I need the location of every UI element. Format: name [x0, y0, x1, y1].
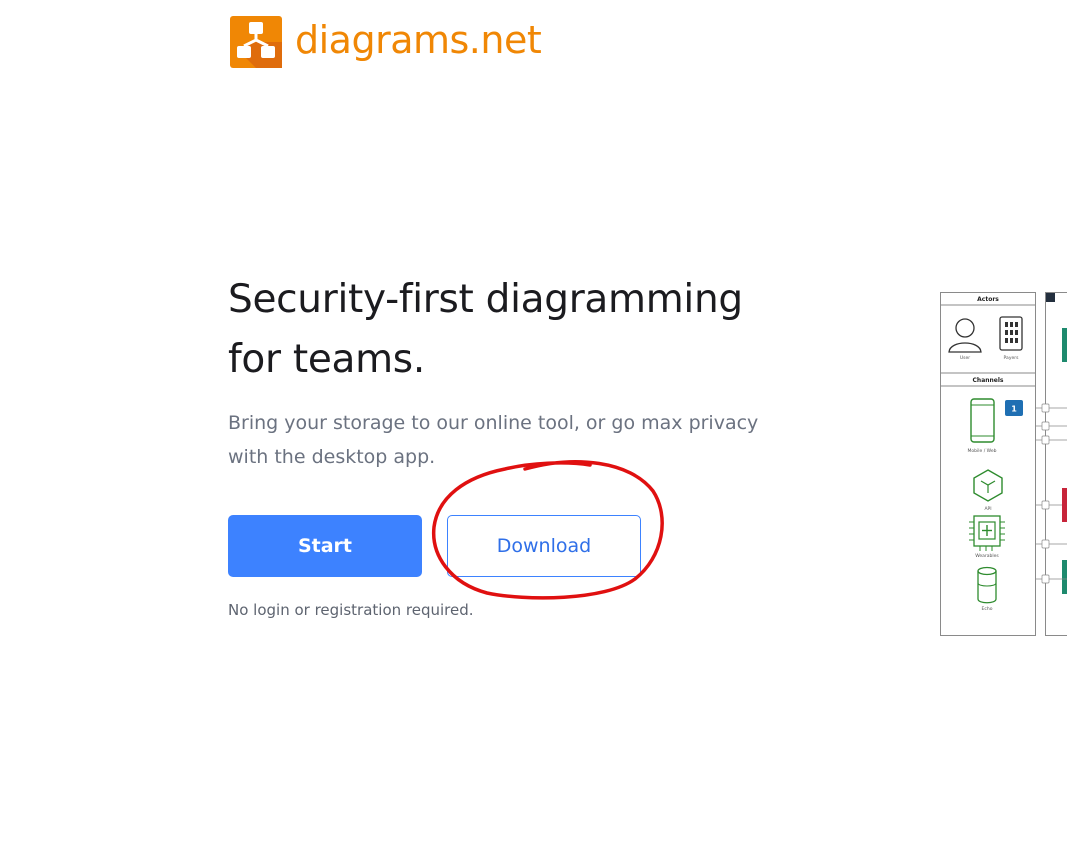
page: diagrams.net Security-first diagramming … [0, 0, 1067, 842]
diagrams-logo-icon [230, 16, 282, 68]
start-button[interactable]: Start [228, 515, 422, 577]
subheadline-line-1: Bring your storage to our online tool, o… [228, 412, 759, 434]
actors-title: Actors [977, 296, 999, 303]
no-login-note: No login or registration required. [228, 601, 474, 619]
channels-title: Channels [973, 377, 1004, 384]
badge-count: 1 [1011, 405, 1017, 414]
diagram-preview-graphic: Actors User Payers Channels 1 Mobile / W… [940, 292, 1067, 636]
user-label: User [960, 355, 970, 361]
echo-label: Echo [982, 606, 993, 612]
headline-line-1: Security-first diagramming [228, 277, 743, 322]
api-label: API [984, 506, 991, 512]
wearables-label: Wearables [975, 553, 999, 559]
payers-label: Payers [1004, 355, 1020, 361]
logo[interactable]: diagrams.net [230, 16, 542, 68]
diagram-preview: Actors User Payers Channels 1 Mobile / W… [938, 290, 1067, 638]
subheadline-line-2: with the desktop app. [228, 446, 436, 468]
download-button[interactable]: Download [447, 515, 641, 577]
brand-name: diagrams.net [295, 18, 542, 62]
mobile-label: Mobile / Web [968, 448, 997, 454]
headline-line-2: for teams. [228, 337, 425, 382]
subheadline: Bring your storage to our online tool, o… [228, 406, 798, 474]
page-title: Security-first diagramming for teams. [228, 270, 828, 390]
